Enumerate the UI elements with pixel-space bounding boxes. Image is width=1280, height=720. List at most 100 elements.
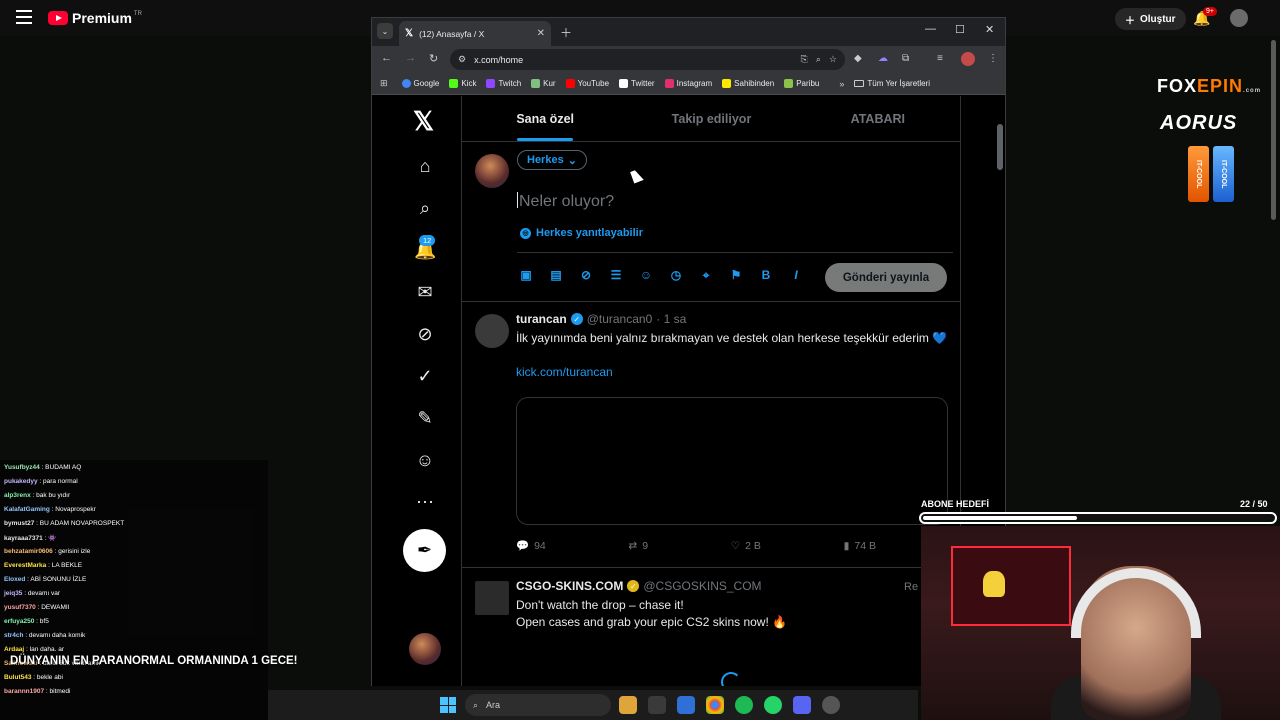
search-icon[interactable]: ⌕	[414, 197, 436, 219]
tweet-time[interactable]: · 1 sa	[656, 312, 686, 326]
tab-atabari[interactable]: ATABARI	[795, 96, 961, 141]
grok-icon[interactable]: ⊘	[579, 268, 593, 282]
tweet-avatar[interactable]	[475, 314, 509, 348]
location-icon[interactable]: ⌖	[699, 268, 713, 282]
bookmark-paribu[interactable]: Paribu	[784, 79, 819, 88]
tweet-ad[interactable]: CSGO-SKINS.COM ✓ @CSGOSKINS_COM Re Don't…	[462, 569, 961, 686]
tweet-handle[interactable]: @turancan0	[587, 312, 653, 326]
apps-icon[interactable]: ⊞	[380, 78, 388, 89]
chat-username[interactable]: Ardaaj	[4, 646, 24, 653]
articles-icon[interactable]: ✎	[414, 407, 436, 429]
back-icon[interactable]: ←	[381, 52, 392, 64]
reply-button[interactable]: 💬 94	[516, 539, 546, 553]
file-explorer-icon[interactable]	[619, 696, 637, 714]
tab-for-you[interactable]: Sana özel	[462, 96, 628, 141]
retweet-button[interactable]: ⇄ 9	[628, 539, 648, 552]
close-window-icon[interactable]: ✕	[985, 23, 994, 36]
composer-avatar[interactable]	[475, 154, 509, 188]
page-scrollbar[interactable]	[1271, 40, 1276, 220]
chat-username[interactable]: pukakedyy	[4, 478, 38, 485]
bookmark-twitch[interactable]: Twitch	[486, 79, 521, 88]
forward-icon[interactable]: →	[405, 52, 416, 64]
schedule-icon[interactable]: ◷	[669, 268, 683, 282]
home-icon[interactable]: ⌂	[414, 155, 436, 177]
mail-icon[interactable]	[677, 696, 695, 714]
chat-username[interactable]: str4ch	[4, 632, 24, 639]
post-button[interactable]: ✒	[403, 529, 446, 572]
discord-icon[interactable]	[793, 696, 811, 714]
more-menu-icon[interactable]: ⋮	[988, 53, 998, 64]
bold-icon[interactable]: B	[759, 268, 773, 282]
extension-cloud-icon[interactable]: ☁	[878, 53, 888, 64]
create-button[interactable]: ＋ Oluştur	[1115, 8, 1186, 30]
maximize-icon[interactable]: ☐	[955, 23, 965, 36]
chrome-icon[interactable]	[706, 696, 724, 714]
messages-icon[interactable]: ✉	[414, 281, 436, 303]
reload-icon[interactable]: ↻	[429, 52, 438, 65]
chat-username[interactable]: alp3renx	[4, 492, 31, 499]
extension-diamond-icon[interactable]: ◆	[854, 53, 862, 64]
whatsapp-icon[interactable]	[764, 696, 782, 714]
premium-icon[interactable]: ✓	[414, 365, 436, 387]
store-icon[interactable]	[648, 696, 666, 714]
like-button[interactable]: ♡ 2 B	[731, 539, 761, 552]
chat-username[interactable]: EverestMarka	[4, 562, 46, 569]
image-icon[interactable]: ▣	[519, 268, 533, 282]
reply-setting[interactable]: ◎ Herkes yanıtlayabilir	[520, 227, 643, 239]
italic-icon[interactable]: I	[789, 268, 803, 282]
chat-username[interactable]: Eloxed	[4, 576, 25, 583]
bookmark-instagram[interactable]: Instagram	[664, 79, 712, 88]
x-scrollbar[interactable]	[997, 124, 1003, 170]
tab-search-icon[interactable]: ⌄	[377, 23, 393, 39]
tweet-media-card[interactable]	[516, 397, 948, 525]
spotify-icon[interactable]	[735, 696, 753, 714]
minimize-icon[interactable]: —	[925, 23, 936, 35]
profile-icon[interactable]: ☺	[414, 449, 436, 471]
menu-icon[interactable]	[16, 10, 32, 24]
audience-selector[interactable]: Herkes ⌄	[517, 150, 587, 170]
x-logo-icon[interactable]: 𝕏	[413, 106, 434, 137]
gif-icon[interactable]: ▤	[549, 268, 563, 282]
chat-username[interactable]: erfuya250	[4, 618, 34, 625]
extensions-icon[interactable]: ⧉	[902, 53, 909, 64]
chat-username[interactable]: bymust27	[4, 520, 34, 527]
media-icon[interactable]: ≡	[937, 53, 943, 64]
bookmark-kur[interactable]: Kur	[531, 79, 556, 88]
publish-button[interactable]: Gönderi yayınla	[825, 263, 947, 292]
chat-username[interactable]: KalafatGaming	[4, 506, 50, 513]
install-icon[interactable]: ⎘	[801, 54, 808, 65]
bookmark-kick[interactable]: Kick	[449, 79, 476, 88]
tweet[interactable]: turancan ✓ @turancan0 · 1 sa İlk yayınım…	[462, 302, 961, 568]
tweet-avatar[interactable]	[475, 581, 509, 615]
tweet-author[interactable]: turancan	[516, 312, 567, 326]
chat-username[interactable]: barannn1907	[4, 688, 44, 695]
windows-start-icon[interactable]	[440, 697, 456, 713]
chat-username[interactable]: yusuf7370	[4, 604, 36, 611]
star-icon[interactable]: ☆	[829, 54, 837, 65]
zoom-icon[interactable]: ⌕	[816, 54, 821, 65]
close-tab-icon[interactable]: ✕	[537, 28, 545, 39]
grok-icon[interactable]: ⊘	[414, 323, 436, 345]
chat-username[interactable]: jeiq35	[4, 590, 22, 597]
bookmark-sahibinden[interactable]: Sahibinden	[722, 79, 774, 88]
address-bar[interactable]: ⚙ x.com/home ⎘ ⌕ ☆	[450, 49, 845, 70]
all-bookmarks-folder[interactable]: Tüm Yer İşaretleri	[854, 79, 930, 88]
tweet-author[interactable]: CSGO-SKINS.COM	[516, 579, 623, 593]
profile-icon[interactable]	[961, 52, 975, 66]
views-button[interactable]: ▮ 74 B	[844, 539, 876, 552]
bookmark-twitter[interactable]: Twitter	[619, 79, 655, 88]
settings-icon[interactable]	[822, 696, 840, 714]
post-input[interactable]: Neler oluyor?	[517, 192, 614, 211]
tweet-handle[interactable]: @CSGOSKINS_COM	[643, 579, 761, 593]
taskbar-search[interactable]: ⌕ Ara	[465, 694, 611, 716]
bookmark-youtube[interactable]: YouTube	[565, 79, 609, 88]
flag-icon[interactable]: ⚑	[729, 268, 743, 282]
account-avatar[interactable]	[409, 633, 441, 665]
tweet-link[interactable]: kick.com/turancan	[516, 365, 613, 379]
emoji-icon[interactable]: ☺	[639, 268, 653, 282]
chat-username[interactable]: Bulut543	[4, 674, 31, 681]
more-bookmarks-icon[interactable]: »	[839, 79, 844, 89]
new-tab-icon[interactable]: ＋	[560, 24, 572, 41]
tab-following[interactable]: Takip ediliyor	[628, 96, 794, 141]
poll-icon[interactable]: ☰	[609, 268, 623, 282]
